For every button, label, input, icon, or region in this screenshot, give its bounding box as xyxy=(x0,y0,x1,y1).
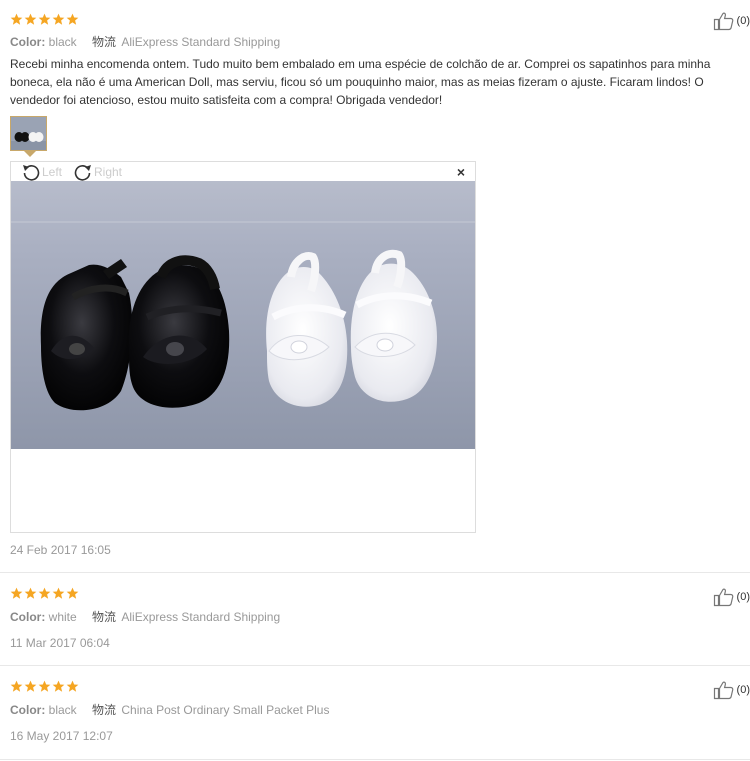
color-value: black xyxy=(48,703,77,717)
review-date: 24 Feb 2017 16:05 xyxy=(10,543,111,557)
rotate-right-label: Right xyxy=(94,165,123,179)
star-icon xyxy=(38,587,51,599)
viewer-toolbar: Left Right × xyxy=(11,162,475,182)
star-icon xyxy=(52,13,65,25)
review-item: Color: black 物流 AliExpress Standard Ship… xyxy=(0,0,750,573)
photo-viewer: Left Right × xyxy=(10,161,476,533)
color-value: black xyxy=(48,35,77,49)
close-icon[interactable]: × xyxy=(457,165,465,179)
thumbs-up-icon xyxy=(713,681,733,700)
rotate-left-button[interactable]: Left xyxy=(21,163,62,181)
review-photo xyxy=(11,181,475,449)
rotate-left-icon xyxy=(23,165,40,181)
star-icon xyxy=(66,680,79,692)
star-icon xyxy=(24,13,37,25)
logistics-label: 物流 xyxy=(92,703,117,717)
star-icon xyxy=(38,680,51,692)
rotate-right-button[interactable]: Right xyxy=(73,163,122,181)
review-meta: Color: white 物流 AliExpress Standard Ship… xyxy=(10,608,280,625)
star-icon xyxy=(66,587,79,599)
review-item: Color: black 物流 China Post Ordinary Smal… xyxy=(0,665,750,760)
shoes-thumbnail-image xyxy=(11,117,46,150)
color-label: Color: xyxy=(10,703,46,717)
star-icon xyxy=(10,680,23,692)
star-icon xyxy=(24,680,37,692)
star-icon xyxy=(24,587,37,599)
rotate-right-icon xyxy=(74,165,91,181)
star-icon xyxy=(52,680,65,692)
review-meta: Color: black 物流 China Post Ordinary Smal… xyxy=(10,701,329,718)
thumbs-up-icon xyxy=(713,588,733,607)
review-date: 16 May 2017 12:07 xyxy=(10,729,113,743)
review-item: Color: white 物流 AliExpress Standard Ship… xyxy=(0,572,750,666)
color-value: white xyxy=(48,610,77,624)
star-icon xyxy=(10,587,23,599)
star-icon xyxy=(38,13,51,25)
rotate-left-label: Left xyxy=(42,165,63,179)
shipping-method: China Post Ordinary Small Packet Plus xyxy=(121,703,330,717)
shoes-photo xyxy=(11,181,475,449)
star-icon xyxy=(52,587,65,599)
star-rating xyxy=(10,13,79,27)
star-icon xyxy=(10,13,23,25)
color-label: Color: xyxy=(10,35,46,49)
helpful-button[interactable]: (0) xyxy=(713,680,750,700)
helpful-count: (0) xyxy=(736,684,750,696)
star-rating xyxy=(10,587,79,601)
thumbnail-pointer xyxy=(24,151,36,157)
logistics-label: 物流 xyxy=(92,35,117,49)
shipping-method: AliExpress Standard Shipping xyxy=(121,35,281,49)
helpful-count: (0) xyxy=(736,591,750,603)
shipping-method: AliExpress Standard Shipping xyxy=(121,610,281,624)
helpful-count: (0) xyxy=(736,15,750,27)
helpful-button[interactable]: (0) xyxy=(713,587,750,607)
review-photo-thumbnail[interactable] xyxy=(10,116,47,151)
thumbs-up-icon xyxy=(713,12,733,31)
star-icon xyxy=(66,13,79,25)
color-label: Color: xyxy=(10,610,46,624)
review-date: 11 Mar 2017 06:04 xyxy=(10,636,110,650)
star-rating xyxy=(10,680,79,694)
review-meta: Color: black 物流 AliExpress Standard Ship… xyxy=(10,33,280,50)
review-text: Recebi minha encomenda ontem. Tudo muito… xyxy=(10,57,711,107)
helpful-button[interactable]: (0) xyxy=(713,11,750,31)
logistics-label: 物流 xyxy=(92,610,117,624)
